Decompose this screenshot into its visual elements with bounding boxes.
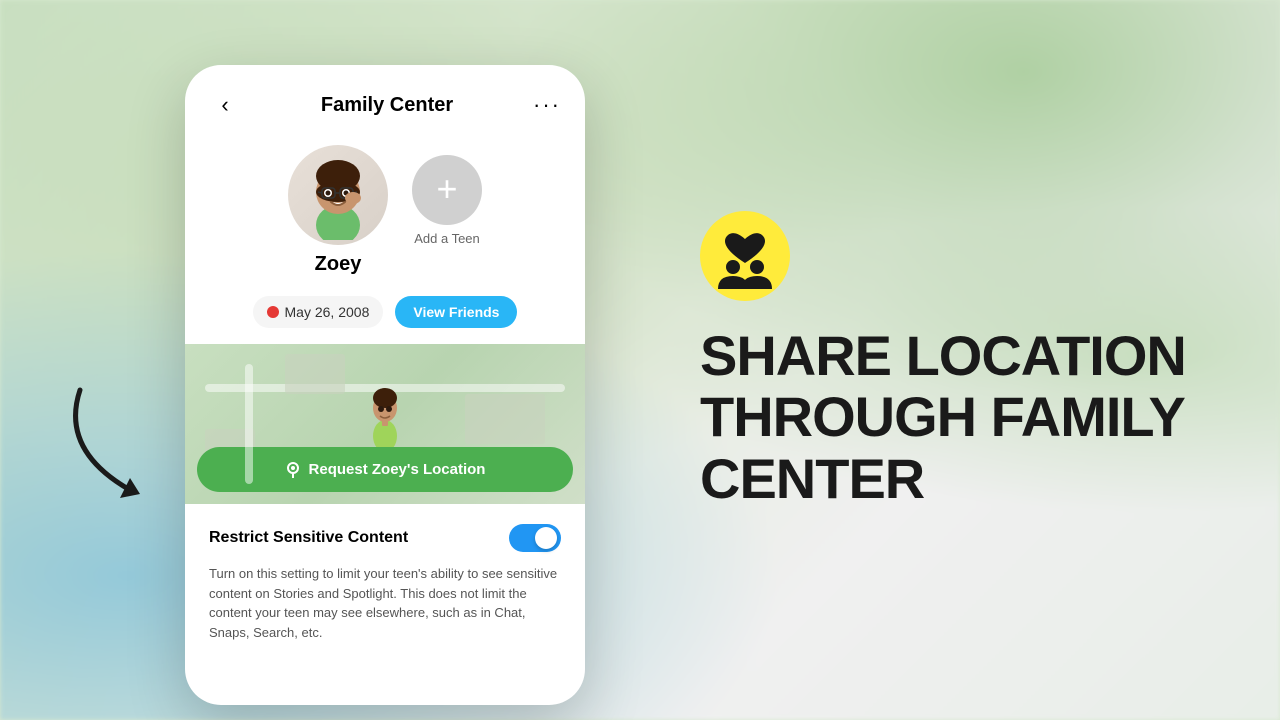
restrict-header: Restrict Sensitive Content — [209, 524, 561, 552]
teen-map-bitmoji — [360, 376, 410, 456]
family-center-icon — [700, 211, 790, 301]
map-block-1 — [285, 354, 345, 394]
birthday-text: May 26, 2008 — [285, 304, 370, 320]
birthday-dot-icon — [267, 306, 279, 318]
map-character — [360, 376, 410, 456]
zoey-profile: Zoey — [288, 145, 388, 276]
heading-line1: SHARE LOCATION — [700, 325, 1200, 387]
info-row: May 26, 2008 View Friends — [185, 292, 585, 344]
page-title: Family Center — [321, 94, 453, 117]
birthday-badge: May 26, 2008 — [253, 296, 384, 328]
location-pin-icon — [285, 462, 301, 478]
add-teen-button[interactable]: + — [412, 155, 482, 225]
restrict-section: Restrict Sensitive Content Turn on this … — [185, 504, 585, 662]
add-teen-label: Add a Teen — [414, 231, 480, 246]
profile-section: Zoey + Add a Teen — [185, 137, 585, 292]
request-location-button[interactable]: Request Zoey's Location — [197, 447, 573, 492]
phone-header: ‹ Family Center ··· — [185, 65, 585, 137]
more-menu-button[interactable]: ··· — [533, 92, 561, 118]
share-heading: SHARE LOCATION THROUGH FAMILY CENTER — [700, 325, 1200, 510]
request-btn-label: Request Zoey's Location — [309, 461, 486, 478]
plus-icon: + — [436, 171, 457, 207]
curved-arrow-decoration — [50, 370, 170, 515]
back-button[interactable]: ‹ — [209, 89, 241, 121]
heading-line2: THROUGH FAMILY CENTER — [700, 386, 1200, 509]
map-area: Request Zoey's Location — [185, 344, 585, 504]
right-panel: SHARE LOCATION THROUGH FAMILY CENTER — [620, 0, 1280, 720]
zoey-avatar — [288, 145, 388, 245]
restrict-description: Turn on this setting to limit your teen'… — [209, 564, 561, 642]
restrict-toggle[interactable] — [509, 524, 561, 552]
add-teen-section: + Add a Teen — [412, 155, 482, 246]
map-block-2 — [465, 394, 545, 444]
restrict-title: Restrict Sensitive Content — [209, 529, 408, 547]
view-friends-button[interactable]: View Friends — [395, 296, 517, 328]
zoey-name: Zoey — [315, 253, 362, 276]
zoey-bitmoji — [293, 150, 383, 240]
phone-mockup: ‹ Family Center ··· — [185, 65, 585, 705]
